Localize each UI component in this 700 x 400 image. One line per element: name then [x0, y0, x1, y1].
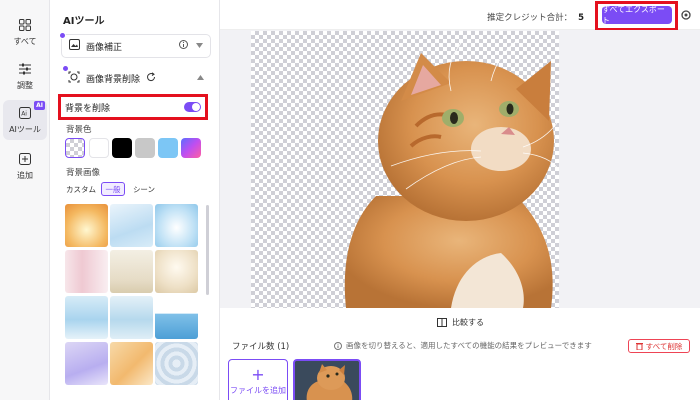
tab-custom[interactable]: カスタム — [66, 182, 96, 196]
plus-icon: + — [251, 365, 265, 384]
swatch-gray[interactable] — [135, 138, 155, 158]
bg-thumb-7[interactable] — [65, 296, 108, 339]
credit-label: 推定クレジット合計： — [487, 13, 573, 23]
rail-item-adjust[interactable]: 調整 — [3, 56, 47, 96]
tool-bg-removal-label: 画像背景削除 — [86, 74, 141, 85]
bg-thumb-11[interactable] — [110, 342, 153, 385]
left-rail: すべて 調整 AI Ai AIツール 追加 — [0, 0, 50, 400]
bg-thumb-1[interactable] — [65, 204, 108, 247]
bg-removal-icon — [68, 71, 80, 86]
credit-value: 5 — [578, 13, 584, 23]
chevron-down-icon[interactable] — [196, 41, 203, 51]
grid-icon — [18, 18, 32, 32]
chevron-up-icon[interactable] — [197, 73, 204, 83]
tab-scene[interactable]: シーン — [130, 182, 158, 196]
credit-total: 推定クレジット合計： 5 — [487, 11, 584, 23]
cat-thumbnail-image — [295, 361, 359, 400]
svg-text:Ai: Ai — [21, 111, 27, 118]
rail-item-ai-tools[interactable]: AI Ai AIツール — [3, 100, 47, 140]
bg-thumb-6[interactable] — [155, 250, 198, 293]
tab-general[interactable]: 一般 — [101, 182, 125, 196]
file-count: ファイル数 (1) — [232, 342, 290, 352]
rail-item-add[interactable]: 追加 — [3, 146, 47, 186]
enhance-icon — [69, 39, 80, 53]
bg-image-label: 背景画像 — [66, 168, 101, 178]
delete-all-button[interactable]: すべて削除 — [628, 339, 690, 353]
ai-badge: AI — [34, 101, 45, 110]
compare-button[interactable]: 比較する — [437, 317, 484, 328]
new-dot — [62, 65, 69, 72]
info-icon — [334, 341, 342, 350]
bg-thumb-9[interactable] — [155, 296, 198, 339]
panel-title: AIツール — [63, 16, 105, 27]
refresh-icon[interactable] — [146, 71, 156, 85]
tool-enhance-label: 画像補正 — [86, 42, 123, 53]
tool-enhance[interactable]: 画像補正 — [59, 32, 211, 58]
file-thumbnail[interactable] — [293, 359, 361, 400]
bg-thumb-12[interactable] — [155, 342, 198, 385]
highlight-box-toggle — [58, 94, 208, 120]
add-file-label: ファイルを追加 — [230, 386, 286, 395]
cat-image — [344, 38, 559, 308]
new-dot — [59, 32, 66, 39]
rail-item-label: 調整 — [17, 80, 33, 90]
bg-thumb-4[interactable] — [65, 250, 108, 293]
ai-tool-icon: Ai — [18, 106, 32, 120]
settings-icon[interactable] — [681, 10, 691, 20]
tool-bg-removal[interactable]: 画像背景削除 — [61, 65, 211, 90]
plus-square-icon — [18, 152, 32, 166]
swatch-gradient[interactable] — [181, 138, 201, 158]
bg-color-label: 背景色 — [66, 125, 92, 135]
swatch-black[interactable] — [112, 138, 132, 158]
sliders-icon — [18, 62, 32, 76]
rail-item-label: すべて — [13, 36, 37, 46]
trash-icon — [635, 343, 643, 350]
preview-canvas[interactable] — [251, 31, 559, 308]
bg-thumb-8[interactable] — [110, 296, 153, 339]
bg-thumb-10[interactable] — [65, 342, 108, 385]
bg-thumb-5[interactable] — [110, 250, 153, 293]
delete-all-label: すべて削除 — [645, 341, 683, 351]
preview-hint-text: 画像を切り替えると、適用したすべての機能の結果をプレビューできます — [346, 341, 592, 350]
bg-thumb-2[interactable] — [110, 204, 153, 247]
add-file-button[interactable]: + ファイルを追加 — [228, 359, 288, 400]
info-icon[interactable] — [179, 40, 188, 52]
highlight-box-export — [595, 1, 678, 31]
rail-item-label: AIツール — [9, 124, 41, 134]
preview-stage — [220, 30, 700, 308]
swatch-transparent[interactable] — [65, 138, 85, 158]
ai-tools-panel: AIツール 画像補正 画像背景削除 — [50, 0, 220, 400]
rail-item-label: 追加 — [17, 170, 33, 180]
compare-label: 比較する — [452, 318, 484, 327]
preview-hint: 画像を切り替えると、適用したすべての機能の結果をプレビューできます — [334, 340, 592, 351]
compare-icon — [437, 318, 447, 327]
bg-thumb-3[interactable] — [155, 204, 198, 247]
rail-item-all[interactable]: すべて — [3, 12, 47, 52]
swatch-light-blue[interactable] — [158, 138, 178, 158]
swatch-white[interactable] — [89, 138, 109, 158]
panel-scrollbar[interactable] — [206, 205, 209, 295]
